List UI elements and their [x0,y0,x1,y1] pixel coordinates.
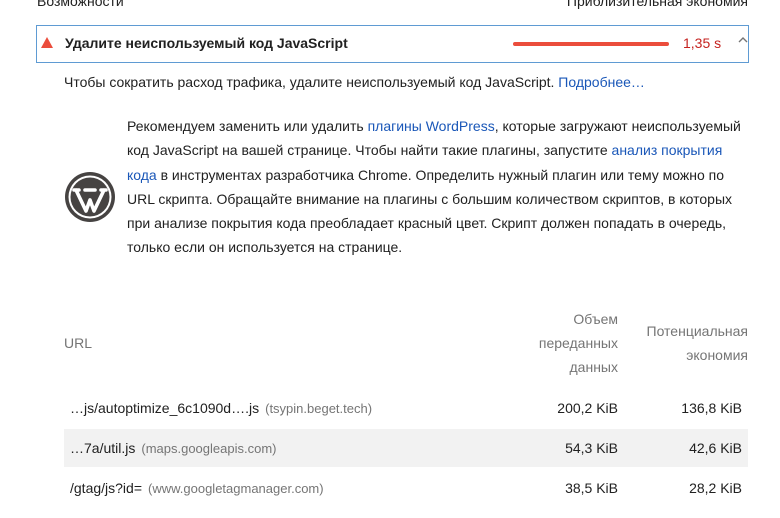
savings-column-title: Приблизительная экономия [566,0,748,9]
chevron-up-icon[interactable] [737,33,749,47]
url-cell[interactable]: …7a/util.js (maps.googleapis.com) [70,440,276,456]
audit-title: Удалите неиспользуемый код JavaScript [65,35,348,51]
savings-cell: 136,8 KiB [681,400,742,416]
savings-bar [513,42,669,46]
url-cell[interactable]: /gtag/js?id= (www.googletagmanager.com) [70,480,324,496]
wp-text-part-1: Рекомендуем заменить или удалить [127,118,368,134]
column-header-transfer-size: Объем переданных данных [538,311,618,375]
url-host: (www.googletagmanager.com) [148,481,324,496]
fail-triangle-icon [41,37,53,48]
size-cell: 200,2 KiB [557,400,618,416]
url-text: …js/autoptimize_6c1090d….js [70,400,260,416]
audit-description: Чтобы сократить расход трафика, удалите … [64,74,645,90]
wordpress-logo-icon [65,172,115,222]
wp-text-part-3: в инструментах разработчика Chrome. Опре… [127,166,733,256]
savings-cell: 42,6 KiB [689,440,742,456]
column-header-url: URL [64,335,93,351]
size-cell: 54,3 KiB [565,440,618,456]
url-host: (tsypin.beget.tech) [265,401,373,416]
learn-more-link[interactable]: Подробнее… [558,74,645,90]
table-row: …7a/util.js (maps.googleapis.com) 54,3 Ki… [64,429,748,467]
table-row: …js/autoptimize_6c1090d….js (tsypin.beget… [64,389,748,427]
savings-cell: 28,2 KiB [689,480,742,496]
savings-value: 1,35 s [683,35,722,51]
url-text: …7a/util.js [70,440,136,456]
column-header-potential-savings: Потенциальная экономия [646,323,749,363]
url-host: (maps.googleapis.com) [141,441,277,456]
audit-unused-javascript[interactable]: Удалите неиспользуемый код JavaScript 1,… [36,25,749,63]
description-text: Чтобы сократить расход трафика, удалите … [64,74,555,90]
url-text: /gtag/js?id= [70,480,142,496]
wordpress-plugins-link[interactable]: плагины WordPress [368,118,495,134]
section-title: Возможности [37,0,124,9]
section-header: Возможности Приблизительная экономия [37,0,748,13]
url-cell[interactable]: …js/autoptimize_6c1090d….js (tsypin.beget… [70,400,372,416]
table-row: /gtag/js?id= (www.googletagmanager.com) 3… [64,469,748,507]
wordpress-recommendation: Рекомендуем заменить или удалить плагины… [127,114,747,260]
size-cell: 38,5 KiB [565,480,618,496]
